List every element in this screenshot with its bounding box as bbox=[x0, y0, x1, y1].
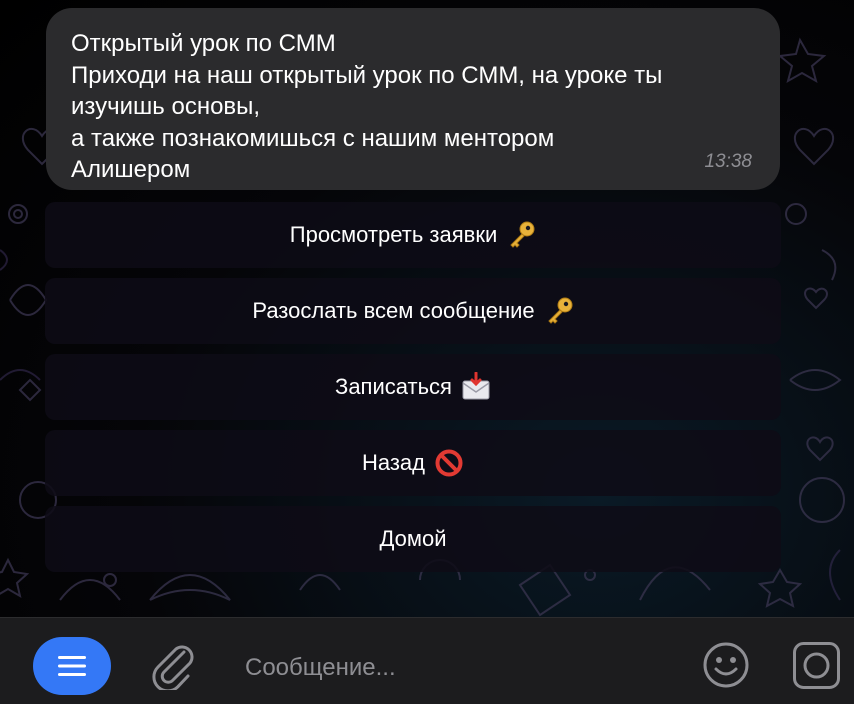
message-bubble: Открытый урок по СММ Приходи на наш откр… bbox=[46, 8, 780, 190]
key-icon bbox=[506, 220, 536, 250]
envelope-icon bbox=[461, 372, 491, 402]
back-button[interactable]: Назад bbox=[45, 430, 781, 496]
broadcast-message-button[interactable]: Разослать всем сообщение bbox=[45, 278, 781, 344]
sticker-emoji-icon[interactable] bbox=[702, 641, 750, 689]
message-text-line: Приходи на наш открытый урок по СММ, на … bbox=[71, 61, 663, 89]
button-label: Просмотреть заявки bbox=[289, 222, 498, 247]
message-text-line: а также познакомишься с нашим ментором bbox=[71, 124, 555, 152]
message-text-line: изучишь основы, bbox=[71, 93, 261, 120]
paperclip-icon[interactable] bbox=[150, 640, 196, 690]
button-label: Записаться bbox=[335, 374, 452, 399]
message-title: Открытый урок по СММ bbox=[71, 30, 336, 57]
home-button[interactable]: Домой bbox=[45, 506, 781, 572]
button-label: Разослать всем сообщение bbox=[252, 298, 535, 323]
message-timestamp: 13:38 bbox=[704, 150, 752, 172]
message-text-line: Алишером bbox=[71, 156, 191, 183]
button-label: Назад bbox=[361, 450, 426, 475]
camera-icon[interactable] bbox=[792, 641, 841, 690]
menu-lines-icon bbox=[58, 656, 86, 676]
message-input[interactable]: Сообщение... bbox=[245, 654, 396, 682]
chat-area: Открытый урок по СММ Приходи на наш откр… bbox=[0, 0, 854, 617]
sign-up-button[interactable]: Записаться bbox=[45, 354, 781, 420]
view-applications-button[interactable]: Просмотреть заявки bbox=[45, 202, 781, 268]
bot-menu-button[interactable] bbox=[33, 637, 111, 695]
key-icon bbox=[544, 296, 574, 326]
prohibited-icon bbox=[434, 448, 464, 478]
button-label: Домой bbox=[379, 526, 447, 551]
